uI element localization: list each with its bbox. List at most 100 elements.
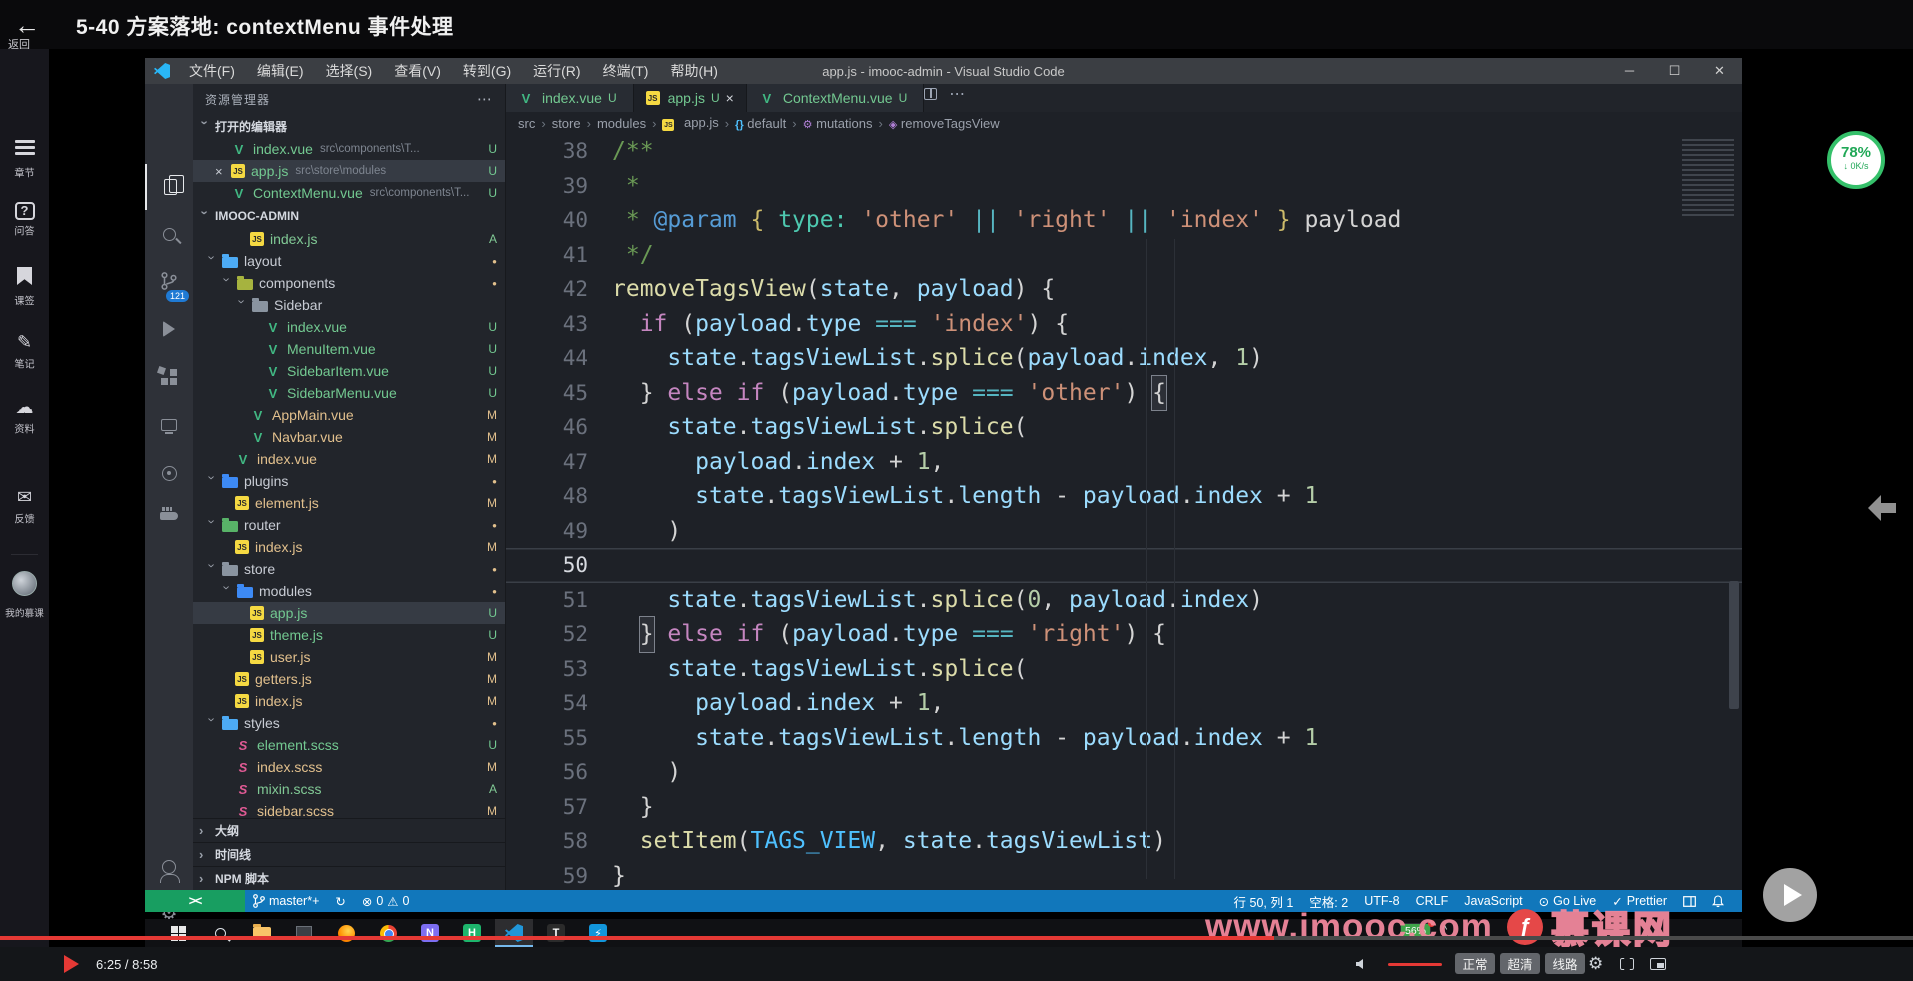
sidebar-item-问答[interactable]: ? 问答	[0, 202, 49, 239]
breadcrumb-item-modules[interactable]: modules	[597, 116, 646, 131]
tree-folder-Sidebar[interactable]: › Sidebar	[193, 294, 505, 316]
editor-scrollbar[interactable]	[1729, 581, 1739, 709]
sidebar-item-章节[interactable]: 章节	[0, 137, 49, 181]
menu-转到(G)[interactable]: 转到(G)	[454, 61, 520, 81]
menu-运行(R)[interactable]: 运行(R)	[524, 61, 589, 81]
minimize-button[interactable]: ─	[1607, 58, 1652, 84]
tree-file-MenuItem.vue[interactable]: V MenuItem.vue U	[193, 338, 505, 360]
tree-folder-modules[interactable]: › modules ●	[193, 580, 505, 602]
vscode-taskbar-icon[interactable]	[495, 919, 533, 947]
avatar[interactable]	[12, 571, 37, 596]
purple-n-app-icon[interactable]: N	[411, 919, 449, 947]
remote-indicator[interactable]: ><	[145, 890, 245, 912]
tab-app.js[interactable]: JS app.js U ×	[633, 84, 747, 112]
breadcrumb-item-removeTagsView[interactable]: ◈ removeTagsView	[889, 116, 1000, 131]
tree-file-index.js[interactable]: JS index.js M	[193, 536, 505, 558]
account-icon[interactable]	[145, 844, 193, 890]
t-app-icon[interactable]: T	[537, 919, 575, 947]
sidebar-item-资料[interactable]: ☁ ↓ 资料	[0, 397, 49, 437]
firefox-icon[interactable]	[327, 919, 365, 947]
breadcrumb-item-app.js[interactable]: JS app.js	[662, 115, 719, 132]
chrome-icon[interactable]	[369, 919, 407, 947]
tray-chevron-icon[interactable]: ^	[1442, 924, 1447, 936]
tab-ContextMenu.vue[interactable]: V ContextMenu.vue U	[746, 84, 925, 112]
sidebar-item-my-imooc[interactable]: 我的慕课	[3, 606, 46, 620]
green-h-app-icon[interactable]: H	[453, 919, 491, 947]
tree-file-index.js[interactable]: JS index.js M	[193, 690, 505, 712]
tree-file-index.scss[interactable]: Sindex.scss M	[193, 756, 505, 778]
quality-button-正常[interactable]: 正常	[1455, 953, 1495, 974]
menu-文件(F)[interactable]: 文件(F)	[180, 61, 244, 81]
tree-file-element.js[interactable]: JS element.js M	[193, 492, 505, 514]
more-actions-icon[interactable]: ⋯	[949, 84, 965, 104]
breadcrumb-item-mutations[interactable]: ⚙ mutations	[803, 116, 873, 131]
search-icon[interactable]	[145, 211, 193, 257]
tree-file-Navbar.vue[interactable]: V Navbar.vue M	[193, 426, 505, 448]
tree-file-user.js[interactable]: JS user.js M	[193, 646, 505, 668]
close-icon[interactable]: ×	[215, 164, 229, 179]
open-editor-app.js[interactable]: × JS app.js src\store\modules U	[193, 160, 505, 182]
section-NPM 脚本[interactable]: › NPM 脚本	[193, 866, 505, 890]
tree-file-getters.js[interactable]: JS getters.js M	[193, 668, 505, 690]
taskbar-search-button[interactable]	[201, 919, 239, 947]
status-CRLF[interactable]: CRLF	[1408, 890, 1457, 912]
sidebar-item-课签[interactable]: 课签	[0, 267, 49, 309]
status-空格: 2[interactable]: 空格: 2	[1301, 890, 1356, 912]
play-button[interactable]	[64, 955, 79, 973]
tree-file-app.js[interactable]: JS app.js U	[193, 602, 505, 624]
source-control-icon[interactable]: 121	[145, 258, 193, 304]
volume-icon[interactable]	[1356, 959, 1363, 969]
docker-icon[interactable]	[145, 493, 193, 539]
tree-folder-router[interactable]: › router ●	[193, 514, 505, 536]
menu-选择(S)[interactable]: 选择(S)	[317, 61, 382, 81]
sync-button[interactable]: ↻	[327, 890, 353, 912]
open-editors-section[interactable]: › 打开的编辑器	[193, 114, 505, 138]
volume-slider[interactable]	[1388, 962, 1442, 966]
network-speed-badge[interactable]: 78% ↓ 0K/s	[1827, 131, 1885, 189]
project-root-section[interactable]: › IMOOC-ADMIN	[193, 204, 505, 228]
breadcrumb-item-default[interactable]: {} default	[735, 116, 786, 131]
problems-item[interactable]: ⊗ 0 ⚠ 0	[354, 890, 418, 912]
section-时间线[interactable]: › 时间线	[193, 842, 505, 866]
status-JavaScript[interactable]: JavaScript	[1456, 890, 1530, 912]
menu-终端(T)[interactable]: 终端(T)	[594, 61, 658, 81]
big-play-button[interactable]	[1763, 868, 1817, 922]
status-UTF-8[interactable]: UTF-8	[1356, 890, 1407, 912]
menu-帮助(H)[interactable]: 帮助(H)	[661, 61, 726, 81]
tree-folder-plugins[interactable]: › plugins ●	[193, 470, 505, 492]
tree-file-theme.js[interactable]: JS theme.js U	[193, 624, 505, 646]
sidebar-item-笔记[interactable]: ✎ 笔记	[0, 332, 49, 372]
split-editor-icon[interactable]	[924, 88, 938, 100]
remote-explorer-icon[interactable]	[145, 402, 193, 448]
menu-查看(V)[interactable]: 查看(V)	[385, 61, 450, 81]
tree-folder-styles[interactable]: › styles ●	[193, 712, 505, 734]
close-button[interactable]: ✕	[1697, 58, 1742, 84]
menu-编辑(E)[interactable]: 编辑(E)	[248, 61, 313, 81]
more-actions-icon[interactable]: ⋯	[477, 90, 493, 108]
status-Go Live[interactable]: ⊙ Go Live	[1531, 890, 1605, 912]
tree-file-mixin.scss[interactable]: Smixin.scss A	[193, 778, 505, 800]
kubernetes-icon[interactable]	[145, 450, 193, 496]
app-window-icon[interactable]	[285, 919, 323, 947]
tree-file-index.vue[interactable]: Vindex.vue M	[193, 448, 505, 470]
breadcrumb[interactable]: src › store › modules › JS app.js › {} default › ⚙…	[506, 112, 1742, 134]
tab-index.vue[interactable]: Vindex.vue U	[506, 84, 634, 112]
breadcrumb-item-store[interactable]: store	[552, 116, 581, 131]
status-行 50, 列 1[interactable]: 行 50, 列 1	[1226, 890, 1302, 912]
maximize-button[interactable]: ☐	[1652, 58, 1697, 84]
section-大纲[interactable]: › 大纲	[193, 818, 505, 842]
file-explorer-icon[interactable]	[243, 919, 281, 947]
fullscreen-icon[interactable]	[1620, 958, 1634, 970]
extensions-icon[interactable]	[145, 354, 193, 400]
code-editor[interactable]: 38/** 39 * 40 * @param { type: 'other' || …	[506, 134, 1742, 890]
player-settings-icon[interactable]: ⚙	[1588, 954, 1603, 974]
minimap[interactable]	[1682, 139, 1734, 219]
tree-file-element.scss[interactable]: Selement.scss U	[193, 734, 505, 756]
tree-file-SidebarItem.vue[interactable]: V SidebarItem.vue U	[193, 360, 505, 382]
status-bell[interactable]	[1704, 890, 1732, 912]
breadcrumb-item-src[interactable]: src	[518, 116, 535, 131]
tree-file-index.vue[interactable]: Vindex.vue U	[193, 316, 505, 338]
close-icon[interactable]: ×	[726, 90, 734, 106]
theater-mode-icon[interactable]	[1650, 958, 1666, 970]
open-editor-index.vue[interactable]: Vindex.vue src\components\T... U	[193, 138, 505, 160]
